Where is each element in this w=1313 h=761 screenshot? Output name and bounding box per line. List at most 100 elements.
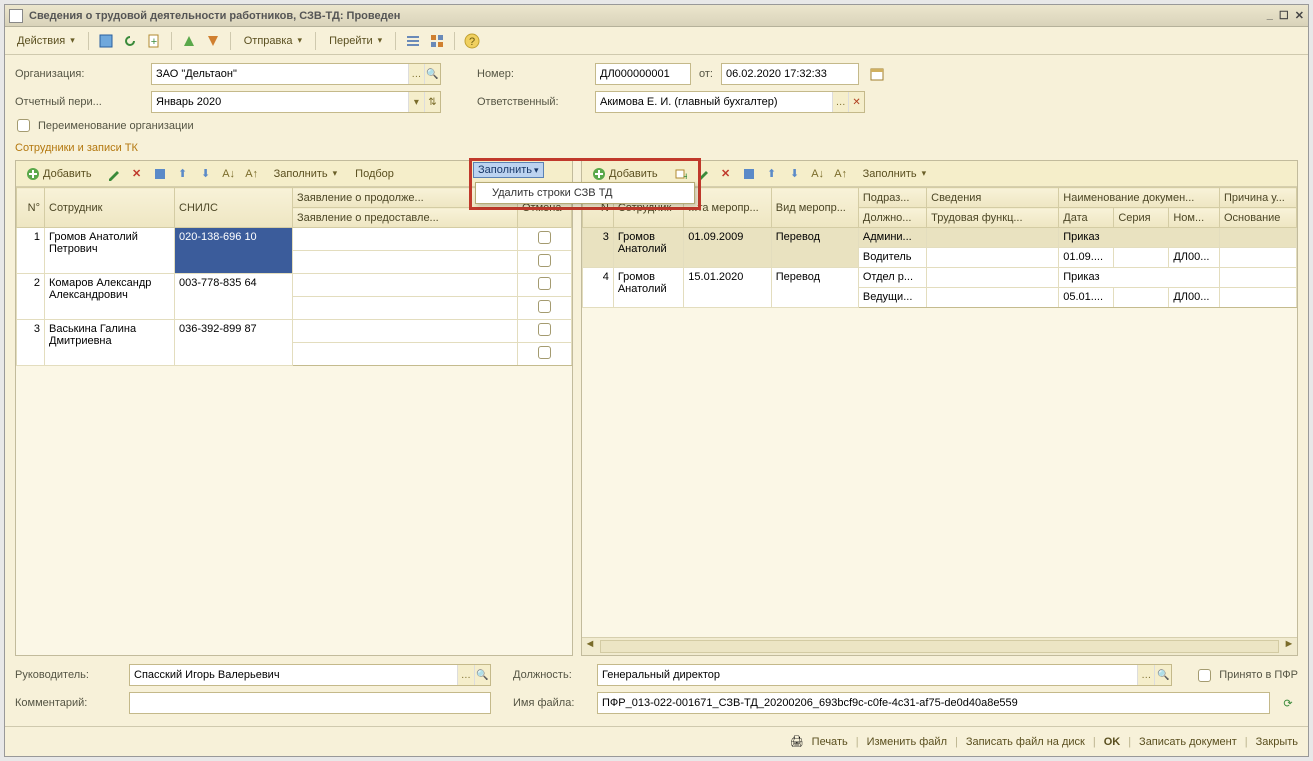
cancel-checkbox[interactable]	[538, 346, 551, 359]
left-select-button[interactable]: Подбор	[349, 165, 400, 183]
fill-dropdown-trigger[interactable]: Заполнить▾	[473, 162, 544, 178]
table-row[interactable]: 1 Громов Анатолий Петрович 020-138-696 1…	[17, 228, 572, 251]
send-menu[interactable]: Отправка	[238, 32, 308, 50]
goto-menu[interactable]: Перейти	[323, 32, 388, 50]
right-sort-asc-icon[interactable]: A↓	[808, 164, 828, 184]
delete-rows-item[interactable]: Удалить строки СЗВ ТД	[476, 183, 694, 203]
left-grid[interactable]: N° Сотрудник СНИЛС Заявление о продолже.…	[16, 187, 572, 655]
right-edit-icon[interactable]	[693, 164, 713, 184]
col-event-type[interactable]: Вид меропр...	[771, 188, 858, 228]
responsible-field[interactable]: … ✕	[595, 91, 865, 113]
responsible-clear-icon[interactable]: ✕	[848, 92, 864, 112]
minimize-button[interactable]: _	[1267, 9, 1273, 22]
col-docname[interactable]: Наименование докумен...	[1059, 188, 1220, 208]
post-icon[interactable]	[179, 31, 199, 51]
right-up-icon[interactable]: ⬆	[762, 164, 782, 184]
close-button[interactable]: Закрыть	[1256, 736, 1298, 748]
right-scrollbar[interactable]: ◄ ►	[582, 637, 1297, 655]
leader-search-icon[interactable]: 🔍	[474, 665, 490, 685]
left-up-icon[interactable]: ⬆	[173, 164, 193, 184]
left-delete-icon[interactable]: ✕	[127, 164, 147, 184]
left-sort-asc-icon[interactable]: A↓	[219, 164, 239, 184]
save-disk-button[interactable]: Записать файл на диск	[966, 736, 1085, 748]
cancel-checkbox[interactable]	[538, 277, 551, 290]
right-copy-icon[interactable]: +	[670, 164, 690, 184]
edit-file-button[interactable]: Изменить файл	[867, 736, 947, 748]
col-department[interactable]: Подраз...	[858, 188, 926, 208]
cancel-checkbox[interactable]	[538, 231, 551, 244]
maximize-button[interactable]: ☐	[1279, 9, 1289, 22]
table-row[interactable]: 2 Комаров Александр Александрович 003-77…	[17, 274, 572, 297]
col-num[interactable]: Ном...	[1169, 208, 1220, 228]
period-field[interactable]: ▾ ⇅	[151, 91, 441, 113]
period-stepper-icon[interactable]: ⇅	[424, 92, 440, 112]
right-delete-icon[interactable]: ✕	[716, 164, 736, 184]
left-save-icon[interactable]	[150, 164, 170, 184]
calendar-icon[interactable]	[867, 64, 887, 84]
col-employee[interactable]: Сотрудник	[45, 188, 175, 228]
left-down-icon[interactable]: ⬇	[196, 164, 216, 184]
col-n[interactable]: N°	[17, 188, 45, 228]
right-save-icon[interactable]	[739, 164, 759, 184]
right-fill-menu[interactable]: Заполнить	[857, 165, 933, 183]
table-row[interactable]: 3 Громов Анатолий 01.09.2009 Перевод Адм…	[583, 228, 1297, 248]
help-icon[interactable]: ?	[462, 31, 482, 51]
position-input[interactable]	[598, 669, 1137, 681]
col-position[interactable]: Должно...	[858, 208, 926, 228]
org-ellipsis-icon[interactable]: …	[408, 64, 424, 84]
scroll-left-icon[interactable]: ◄	[582, 638, 598, 655]
col-snils[interactable]: СНИЛС	[175, 188, 293, 228]
col-info[interactable]: Сведения	[927, 188, 1059, 208]
leader-ellipsis-icon[interactable]: …	[457, 665, 473, 685]
comment-field[interactable]	[129, 692, 491, 714]
date-field[interactable]	[721, 63, 859, 85]
table-row[interactable]: 3 Васькина Галина Дмитриевна 036-392-899…	[17, 320, 572, 343]
right-grid[interactable]: N Сотрудник ...та меропр... Вид меропр..…	[582, 187, 1297, 637]
settings-icon[interactable]	[427, 31, 447, 51]
cancel-checkbox[interactable]	[538, 300, 551, 313]
accepted-checkbox[interactable]	[1198, 669, 1211, 682]
actions-menu[interactable]: Действия	[11, 32, 81, 50]
close-window-button[interactable]: ✕	[1295, 9, 1304, 22]
col-basis[interactable]: Основание	[1220, 208, 1297, 228]
table-row[interactable]: 4 Громов Анатолий 15.01.2020 Перевод Отд…	[583, 268, 1297, 288]
left-sort-desc-icon[interactable]: A↑	[242, 164, 262, 184]
org-input[interactable]	[152, 68, 408, 80]
cancel-checkbox[interactable]	[538, 254, 551, 267]
left-fill-menu[interactable]: Заполнить	[268, 165, 344, 183]
col-date[interactable]: Дата	[1059, 208, 1114, 228]
col-series[interactable]: Серия	[1114, 208, 1169, 228]
refresh-filename-icon[interactable]: ⟳	[1278, 693, 1298, 713]
refresh-icon[interactable]	[120, 31, 140, 51]
org-field[interactable]: … 🔍	[151, 63, 441, 85]
col-reason[interactable]: Причина у...	[1220, 188, 1297, 208]
add-doc-icon[interactable]: +	[144, 31, 164, 51]
right-sort-desc-icon[interactable]: A↑	[831, 164, 851, 184]
print-button[interactable]: Печать	[812, 736, 848, 748]
date-input[interactable]	[722, 68, 858, 80]
number-input[interactable]	[596, 68, 690, 80]
comment-input[interactable]	[130, 697, 490, 709]
rename-checkbox[interactable]	[17, 119, 30, 132]
left-edit-icon[interactable]	[104, 164, 124, 184]
filename-field[interactable]	[597, 692, 1270, 714]
unpost-icon[interactable]	[203, 31, 223, 51]
right-add-button[interactable]: Добавить	[586, 164, 664, 184]
period-input[interactable]	[152, 96, 408, 108]
position-ellipsis-icon[interactable]: …	[1137, 665, 1154, 685]
cancel-checkbox[interactable]	[538, 323, 551, 336]
responsible-ellipsis-icon[interactable]: …	[832, 92, 848, 112]
new-icon[interactable]	[96, 31, 116, 51]
responsible-input[interactable]	[596, 96, 832, 108]
col-event-date[interactable]: ...та меропр...	[684, 188, 771, 228]
period-dropdown-icon[interactable]: ▾	[408, 92, 424, 112]
right-down-icon[interactable]: ⬇	[785, 164, 805, 184]
list-icon[interactable]	[403, 31, 423, 51]
leader-input[interactable]	[130, 669, 457, 681]
ok-button[interactable]: OK	[1104, 736, 1121, 748]
save-doc-button[interactable]: Записать документ	[1139, 736, 1237, 748]
number-field[interactable]	[595, 63, 691, 85]
org-search-icon[interactable]: 🔍	[424, 64, 440, 84]
position-search-icon[interactable]: 🔍	[1154, 665, 1171, 685]
filename-input[interactable]	[598, 697, 1269, 709]
